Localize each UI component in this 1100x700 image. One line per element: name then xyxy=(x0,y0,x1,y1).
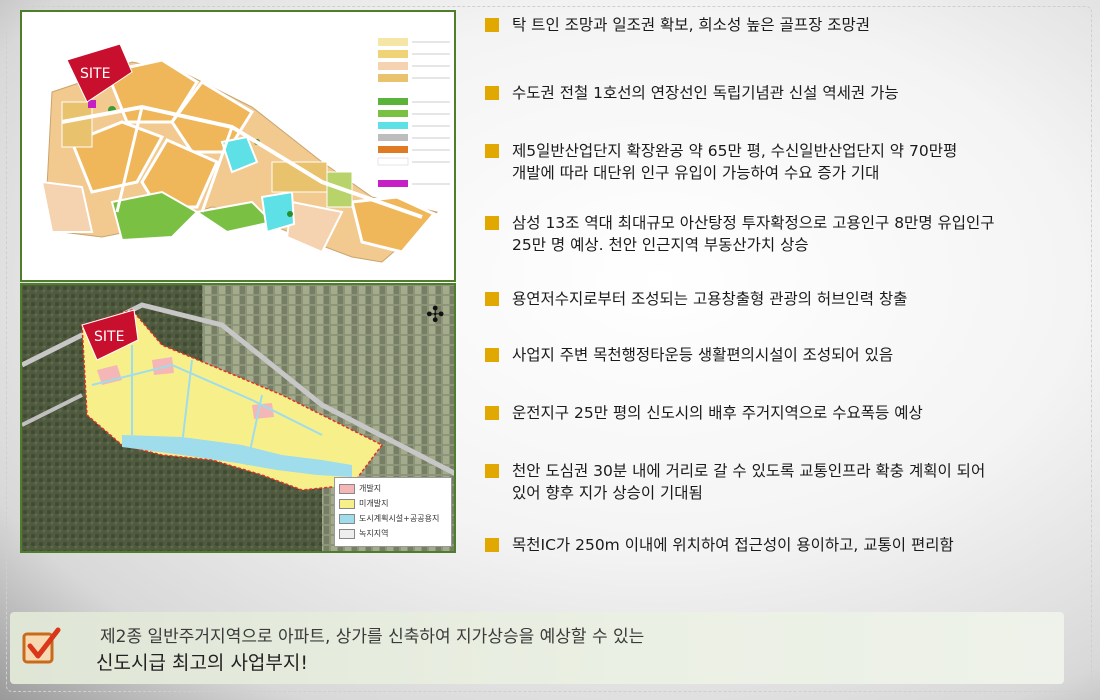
site-label-bottom: SITE xyxy=(94,329,124,345)
aerial-photo-map: SITE ✣ 개발지 미개발지 도시계획시설+공공용지 녹지지역 xyxy=(20,283,456,553)
bullet-square-icon xyxy=(485,348,499,362)
legend-item: 도시계획시설+공공용지 xyxy=(339,511,447,526)
bullet-text: 운전지구 25만 평의 신도시의 배후 주거지역으로 수요폭등 예상 xyxy=(512,404,923,422)
land-use-legend-table xyxy=(376,18,454,193)
legend-item: 녹지지역 xyxy=(339,526,447,541)
bullet-text: 삼성 13조 역대 최대규모 아산탕정 투자확정으로 고용인구 8만명 유입인구… xyxy=(512,214,995,254)
bullet-text: 목천IC가 250m 이내에 위치하여 접근성이 용이하고, 교통이 편리함 xyxy=(512,536,954,554)
legend-swatch xyxy=(339,483,355,494)
bullet-text: 탁 트인 조망과 일조권 확보, 희소성 높은 골프장 조망권 xyxy=(512,16,871,34)
bullet-square-icon xyxy=(485,464,499,478)
bullet-square-icon xyxy=(485,216,499,230)
bullet-square-icon xyxy=(485,292,499,306)
bullet-item: 수도권 전철 1호선의 연장선인 독립기념관 신설 역세권 가능 xyxy=(485,82,899,104)
bullet-item: 제5일반산업단지 확장완공 약 65만 평, 수신일반산업단지 약 70만평 개… xyxy=(485,140,957,184)
legend-label: 도시계획시설+공공용지 xyxy=(359,514,440,523)
site-label-top: SITE xyxy=(80,66,110,82)
bullet-item: 천안 도심권 30분 내에 거리로 갈 수 있도록 교통인프라 확충 계획이 되… xyxy=(485,460,985,504)
land-use-legend-swatches xyxy=(377,38,450,187)
bullet-item: 사업지 주변 목천행정타운등 생활편의시설이 조성되어 있음 xyxy=(485,344,893,366)
bullet-text: 천안 도심권 30분 내에 거리로 갈 수 있도록 교통인프라 확충 계획이 되… xyxy=(512,462,986,502)
bullet-item: 용연저수지로부터 조성되는 고용창출형 관광의 허브인력 창출 xyxy=(485,288,907,310)
bullet-text: 사업지 주변 목천행정타운등 생활편의시설이 조성되어 있음 xyxy=(512,346,894,364)
bullet-square-icon xyxy=(485,18,499,32)
bullet-item: 탁 트인 조망과 일조권 확보, 희소성 높은 골프장 조망권 xyxy=(485,14,870,36)
banner-subtitle: 제2종 일반주거지역으로 아파트, 상가를 신축하여 지가상승을 예상할 수 있… xyxy=(100,627,645,647)
bullet-text: 용연저수지로부터 조성되는 고용창출형 관광의 허브인력 창출 xyxy=(512,290,908,308)
compass-rose-icon: ✣ xyxy=(426,303,445,328)
legend-item: 개발지 xyxy=(339,481,447,496)
summary-banner: 제2종 일반주거지역으로 아파트, 상가를 신축하여 지가상승을 예상할 수 있… xyxy=(10,612,1064,684)
legend-swatch xyxy=(339,498,355,509)
checkbox-check-icon xyxy=(22,627,61,664)
bullet-square-icon xyxy=(485,406,499,420)
aerial-legend: 개발지 미개발지 도시계획시설+공공용지 녹지지역 xyxy=(334,477,452,547)
legend-item: 미개발지 xyxy=(339,496,447,511)
legend-label: 녹지지역 xyxy=(359,529,389,538)
bullet-square-icon xyxy=(485,86,499,100)
legend-label: 미개발지 xyxy=(359,499,389,508)
bullet-text: 제5일반산업단지 확장완공 약 65만 평, 수신일반산업단지 약 70만평 개… xyxy=(512,142,958,182)
legend-swatch xyxy=(339,528,355,539)
bullet-item: 목천IC가 250m 이내에 위치하여 접근성이 용이하고, 교통이 편리함 xyxy=(485,534,954,556)
bullet-text: 수도권 전철 1호선의 연장선인 독립기념관 신설 역세권 가능 xyxy=(512,84,899,102)
legend-swatch xyxy=(339,513,355,524)
bullet-item: 삼성 13조 역대 최대규모 아산탕정 투자확정으로 고용인구 8만명 유입인구… xyxy=(485,212,995,256)
bullet-square-icon xyxy=(485,144,499,158)
land-use-plan-map: SITE xyxy=(20,10,456,282)
bullet-square-icon xyxy=(485,538,499,552)
bullet-item: 운전지구 25만 평의 신도시의 배후 주거지역으로 수요폭등 예상 xyxy=(485,402,923,424)
legend-label: 개발지 xyxy=(359,484,382,493)
banner-headline: 신도시급 최고의 사업부지! xyxy=(96,652,308,674)
